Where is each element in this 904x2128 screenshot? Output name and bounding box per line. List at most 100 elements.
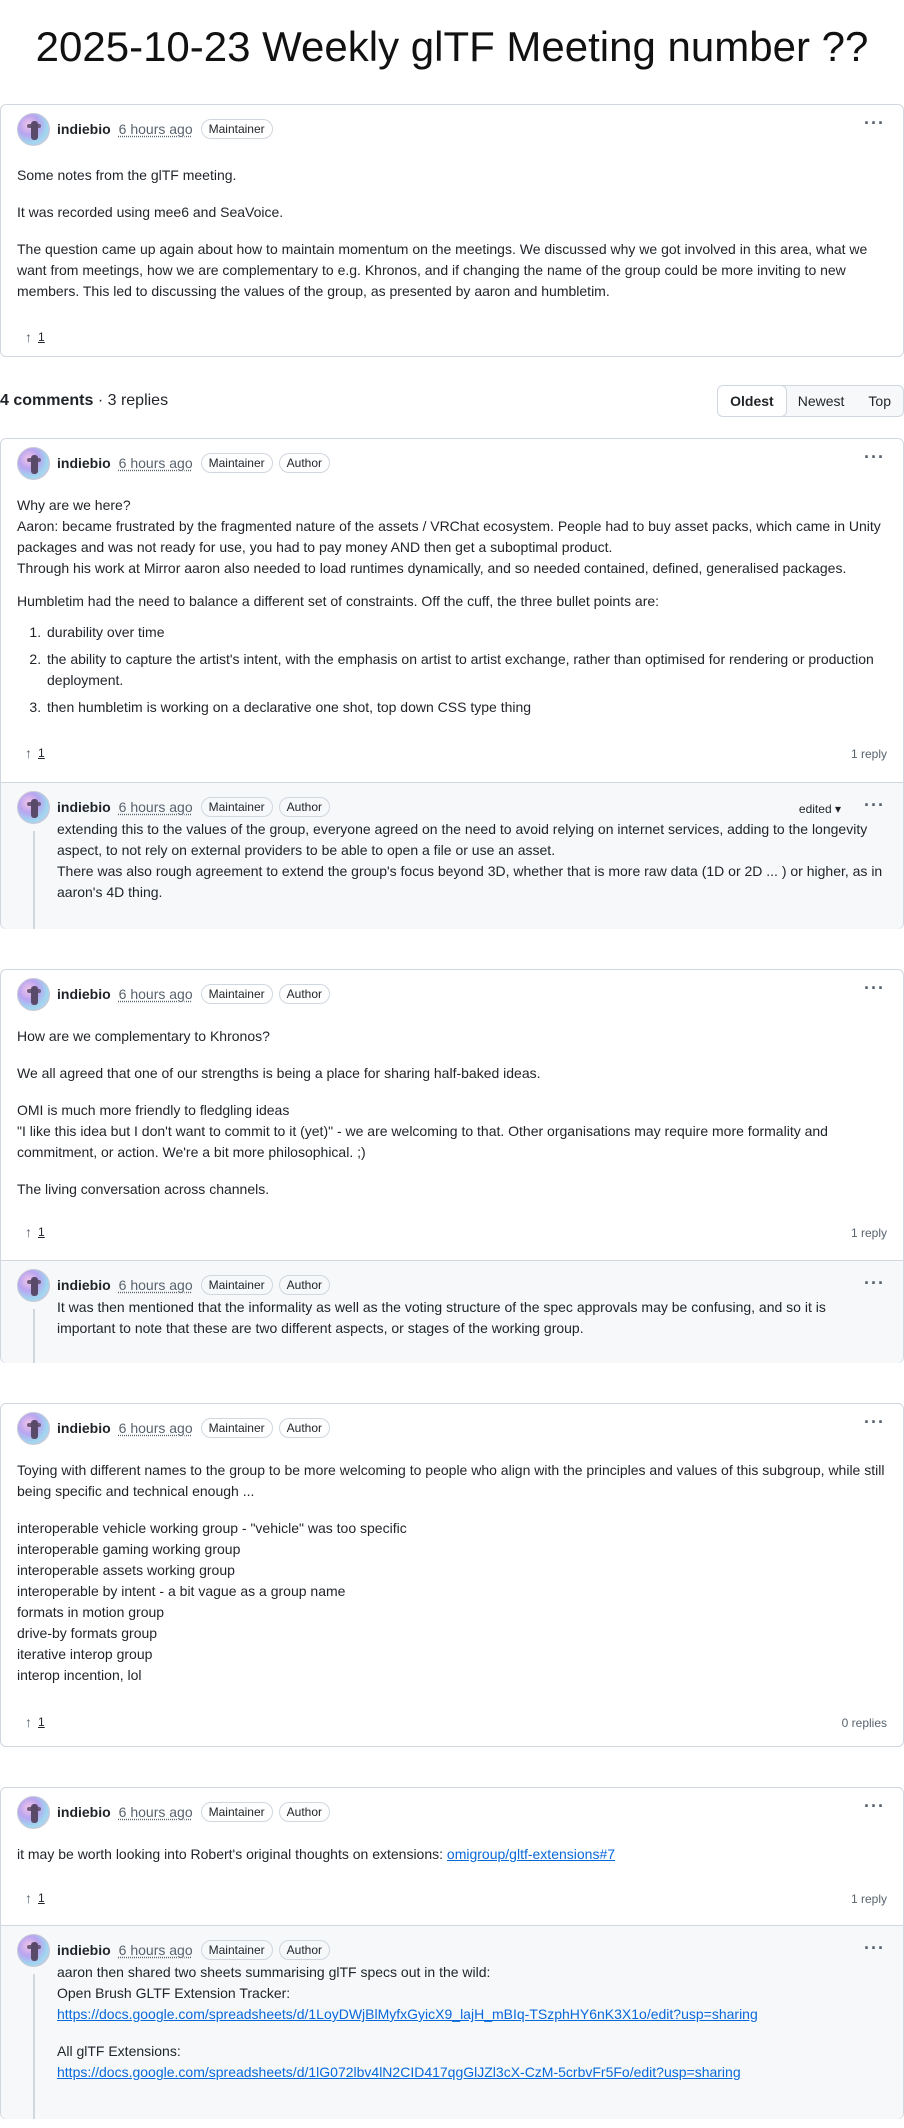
upvote-button[interactable]: ↑ 1: [17, 1886, 53, 1910]
list-item: drive-by formats group: [17, 1625, 158, 1641]
reply-count[interactable]: 1 reply: [851, 1890, 887, 1908]
comment-paragraph: Toying with different names to the group…: [17, 1462, 885, 1499]
spreadsheet-link[interactable]: https://docs.google.com/spreadsheets/d/1…: [57, 2006, 758, 2022]
author-badge: Author: [278, 1275, 331, 1295]
more-options-icon[interactable]: ···: [864, 1413, 885, 1431]
post-footer: ↑ 1: [1, 315, 903, 359]
edited-label: edited: [798, 802, 832, 816]
timestamp[interactable]: 6 hours ago: [119, 1418, 193, 1439]
upvote-count: 1: [38, 1225, 45, 1239]
author-name[interactable]: indiebio: [57, 1802, 111, 1823]
more-options-icon[interactable]: ···: [864, 1939, 885, 1957]
author-name[interactable]: indiebio: [57, 797, 111, 818]
author-name[interactable]: indiebio: [57, 1275, 111, 1296]
author-badge: Author: [278, 1940, 331, 1960]
timestamp[interactable]: 6 hours ago: [119, 797, 193, 818]
more-options-icon[interactable]: ···: [864, 1797, 885, 1815]
upvote-button[interactable]: ↑ 1: [17, 741, 53, 765]
comment-header: indiebio 6 hours ago Maintainer Author ·…: [1, 1788, 903, 1836]
maintainer-badge: Maintainer: [200, 1940, 273, 1960]
comment-line: OMI is much more friendly to fledgling i…: [17, 1102, 290, 1118]
comment-line: "I like this idea but I don't want to co…: [17, 1123, 828, 1160]
caret-down-icon: ▾: [834, 802, 841, 816]
author-name[interactable]: indiebio: [57, 1418, 111, 1439]
list-item: formats in motion group: [17, 1604, 165, 1620]
timestamp[interactable]: 6 hours ago: [119, 453, 193, 474]
avatar[interactable]: [17, 1795, 50, 1829]
sort-top-button[interactable]: Top: [856, 386, 903, 416]
reply-header: indiebio 6 hours ago Maintainer Author ·…: [1, 1261, 903, 1309]
more-options-icon[interactable]: ···: [864, 979, 885, 997]
upvote-button[interactable]: ↑ 1: [17, 1220, 53, 1244]
reply-line: https://docs.google.com/spreadsheets/d/1…: [57, 2004, 887, 2025]
avatar[interactable]: [17, 977, 50, 1011]
comment-body: it may be worth looking into Robert's or…: [1, 1836, 903, 1865]
author-name[interactable]: indiebio: [57, 119, 111, 140]
comment-paragraph: Humbletim had the need to balance a diff…: [17, 593, 660, 609]
comment-header: indiebio 6 hours ago Maintainer Author ·…: [1, 970, 903, 1018]
comment-footer: ↑ 1 1 reply: [1, 1210, 903, 1254]
sort-newest-button[interactable]: Newest: [786, 386, 857, 416]
comment-body: Toying with different names to the group…: [1, 1452, 903, 1686]
reply-count[interactable]: 1 reply: [851, 1224, 887, 1242]
author-name[interactable]: indiebio: [57, 1940, 111, 1961]
author-name[interactable]: indiebio: [57, 984, 111, 1005]
reply-count[interactable]: 1 reply: [851, 745, 887, 763]
sort-oldest-button[interactable]: Oldest: [718, 386, 787, 416]
more-options-icon[interactable]: ···: [864, 114, 885, 132]
reply: indiebio 6 hours ago Maintainer Author e…: [1, 782, 903, 929]
author-badge: Author: [278, 1802, 331, 1822]
timestamp[interactable]: 6 hours ago: [119, 1802, 193, 1823]
comment: indiebio 6 hours ago Maintainer Author ·…: [0, 969, 904, 1363]
timestamp[interactable]: 6 hours ago: [119, 1940, 193, 1961]
edited-dropdown[interactable]: edited ▾: [799, 800, 841, 818]
post-paragraph: The question came up again about how to …: [17, 241, 868, 299]
reply-line: There was also rough agreement to extend…: [57, 863, 883, 900]
reply-line: https://docs.google.com/spreadsheets/d/1…: [57, 2062, 887, 2083]
maintainer-badge: Maintainer: [200, 797, 273, 817]
avatar[interactable]: [17, 1268, 50, 1302]
comment-text: it may be worth looking into Robert's or…: [17, 1846, 444, 1862]
author-badge: Author: [278, 453, 331, 473]
timestamp[interactable]: 6 hours ago: [119, 984, 193, 1005]
reply-header: indiebio 6 hours ago Maintainer Author e…: [1, 783, 903, 831]
post-paragraph: It was recorded using mee6 and SeaVoice.: [17, 204, 284, 220]
more-options-icon[interactable]: ···: [864, 1274, 885, 1292]
replies-total: · 3 replies: [97, 392, 169, 409]
post-paragraph: Some notes from the glTF meeting.: [17, 167, 237, 183]
more-options-icon[interactable]: ···: [864, 796, 885, 814]
comment-paragraph: The living conversation across channels.: [17, 1181, 270, 1197]
comment-header: indiebio 6 hours ago Maintainer Author ·…: [1, 439, 903, 487]
maintainer-badge: Maintainer: [200, 453, 273, 473]
list-item: interop incention, lol: [17, 1667, 142, 1683]
comment-footer: ↑ 1 1 reply: [1, 1876, 903, 1920]
list-item: iterative interop group: [17, 1646, 153, 1662]
timestamp[interactable]: 6 hours ago: [119, 119, 193, 140]
author-badge: Author: [278, 797, 331, 817]
issue-link[interactable]: omigroup/gltf-extensions#7: [447, 1846, 615, 1862]
upvote-button[interactable]: ↑ 1: [17, 325, 53, 349]
author-name[interactable]: indiebio: [57, 453, 111, 474]
comments-total: 4 comments: [0, 392, 94, 409]
comment-header: indiebio 6 hours ago Maintainer Author ·…: [1, 1404, 903, 1452]
avatar[interactable]: [17, 1933, 50, 1967]
avatar[interactable]: [17, 112, 50, 146]
reply-header: indiebio 6 hours ago Maintainer Author ·…: [1, 1926, 903, 1974]
avatar[interactable]: [17, 446, 50, 480]
reply-line: Open Brush GLTF Extension Tracker:: [57, 1985, 291, 2001]
upvote-count: 1: [38, 746, 45, 760]
spreadsheet-link[interactable]: https://docs.google.com/spreadsheets/d/1…: [57, 2064, 741, 2080]
timestamp[interactable]: 6 hours ago: [119, 1275, 193, 1296]
avatar[interactable]: [17, 1411, 50, 1445]
comment-paragraph: How are we complementary to Khronos?: [17, 1028, 270, 1044]
more-options-icon[interactable]: ···: [864, 448, 885, 466]
avatar[interactable]: [17, 790, 50, 824]
upvote-button[interactable]: ↑ 1: [17, 1710, 53, 1734]
reply-body: extending this to the values of the grou…: [1, 819, 903, 917]
comment-paragraph: We all agreed that one of our strengths …: [17, 1065, 541, 1081]
maintainer-badge: Maintainer: [200, 1802, 273, 1822]
list-item: interoperable assets working group: [17, 1562, 235, 1578]
reply-count[interactable]: 0 replies: [842, 1714, 887, 1732]
post-header: indiebio 6 hours ago Maintainer ···: [1, 105, 903, 153]
list-item: interoperable gaming working group: [17, 1541, 241, 1557]
